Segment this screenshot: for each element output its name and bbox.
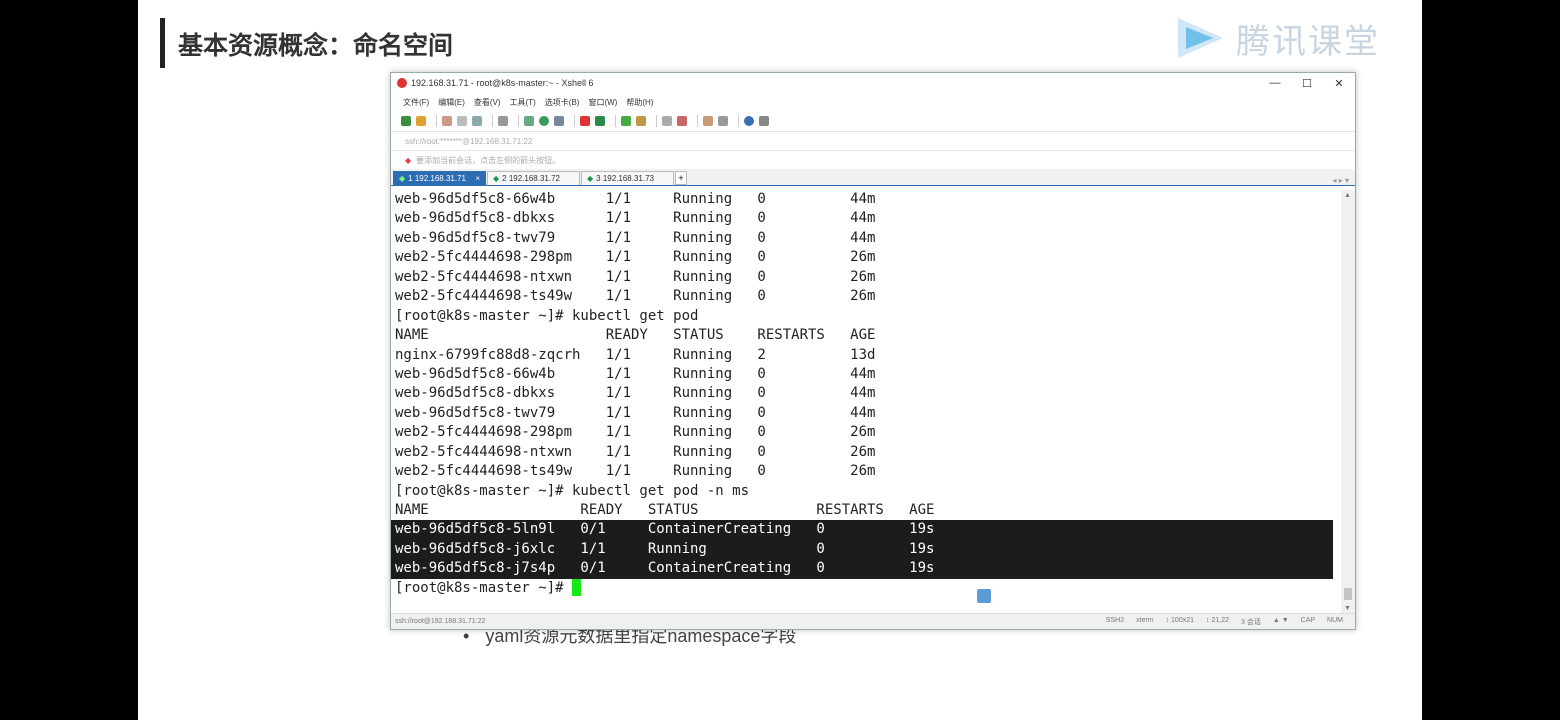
tab-nav-arrows-icon[interactable]: ◂ ▸ ▾ [1333, 176, 1350, 185]
menu-view[interactable]: 查看(V) [474, 97, 501, 108]
menu-help[interactable]: 帮助(H) [626, 97, 653, 108]
session-tab-3[interactable]: ◆ 3 192.168.31.73 [581, 171, 674, 185]
terminal-line: web2-5fc4444698-ts49w 1/1 Running 0 26m [395, 463, 876, 480]
lock-icon[interactable] [636, 116, 646, 126]
scrollbar-thumb[interactable] [1344, 588, 1352, 600]
terminal-line: NAME READY STATUS RESTARTS AGE [395, 502, 935, 518]
session-tab-label: 3 192.168.31.73 [596, 174, 654, 183]
terminal-line: web2-5fc4444698-ntxwn 1/1 Running 0 26m [395, 443, 876, 460]
address-value[interactable]: ssh://root:*******@192.168.31.71:22 [405, 137, 532, 146]
session-tab-label: 2 192.168.31.72 [502, 174, 560, 183]
minimize-button[interactable]: — [1259, 77, 1291, 90]
add-tab-button[interactable]: + [675, 171, 687, 185]
terminal-line: web-96d5df5c8-66w4b 1/1 Running 0 44m [395, 365, 876, 382]
terminal-cursor [572, 579, 582, 597]
menu-window[interactable]: 窗口(W) [588, 97, 617, 108]
xshell-window: 192.168.31.71 - root@k8s-master:~ - Xshe… [390, 72, 1356, 630]
hint-bar: ◆ 要添加当前会话，点击左侧的箭头按钮。 [391, 151, 1355, 169]
chat-icon[interactable] [759, 116, 769, 126]
connected-dot-icon: ◆ [493, 174, 500, 183]
status-connection: ssh://root@192.168.31.71:22 [395, 618, 486, 625]
keyboard-icon[interactable] [662, 116, 672, 126]
window-title: 192.168.31.71 - root@k8s-master:~ - Xshe… [411, 78, 594, 88]
session-tab-2[interactable]: ◆ 2 192.168.31.72 [487, 171, 580, 185]
status-caps: CAP [1300, 616, 1316, 624]
hint-text: 要添加当前会话，点击左侧的箭头按钮。 [416, 155, 561, 165]
title-accent-bar [160, 18, 165, 68]
status-cursor-pos: ↕ 21,22 [1206, 616, 1229, 624]
xshell-app-icon [397, 78, 407, 88]
terminal-output[interactable]: web-96d5df5c8-66w4b 1/1 Running 0 44m we… [391, 190, 1337, 614]
menu-tools[interactable]: 工具(T) [510, 97, 536, 108]
selected-terminal-line: web-96d5df5c8-j7s4p 0/1 ContainerCreatin… [391, 559, 1333, 579]
terminal-line: NAME READY STATUS RESTARTS AGE [395, 327, 876, 344]
menu-bar: 文件(F) 编辑(E) 查看(V) 工具(T) 选项卡(B) 窗口(W) 帮助(… [391, 93, 1355, 111]
slide-title: 基本资源概念：命名空间 [178, 31, 454, 60]
terminal-line: web-96d5df5c8-twv79 1/1 Running 0 44m [395, 404, 876, 421]
window-titlebar: 192.168.31.71 - root@k8s-master:~ - Xshe… [391, 73, 1355, 93]
selected-terminal-line: web-96d5df5c8-5ln9l 0/1 ContainerCreatin… [391, 520, 1333, 540]
shell-prompt: [root@k8s-master ~]# [395, 579, 573, 596]
session-tab-1[interactable]: ◆ 1 192.168.31.71 × [393, 171, 486, 185]
menu-edit[interactable]: 编辑(E) [438, 97, 465, 108]
terminal-line: web2-5fc4444698-298pm 1/1 Running 0 26m [395, 424, 876, 441]
toolbar [391, 111, 1355, 132]
disconnect-icon[interactable] [457, 116, 467, 126]
search-icon[interactable] [498, 116, 508, 126]
options-icon[interactable] [703, 116, 713, 126]
terminal-line: web-96d5df5c8-dbkxs 1/1 Running 0 44m [395, 385, 876, 402]
terminal-line: [root@k8s-master ~]# kubectl get pod -n … [395, 482, 750, 499]
fullscreen-icon[interactable] [621, 116, 631, 126]
status-num: NUM [1327, 616, 1343, 624]
tab-close-icon[interactable]: × [475, 174, 480, 183]
connected-dot-icon: ◆ [399, 174, 406, 183]
status-terminal-type: xterm [1136, 616, 1154, 624]
font-icon[interactable] [554, 116, 564, 126]
bookmark-arrow-icon[interactable]: ◆ [405, 156, 411, 165]
selected-output[interactable]: web-96d5df5c8-5ln9l 0/1 ContainerCreatin… [391, 520, 1333, 579]
compose-bar-icon[interactable] [977, 589, 991, 603]
xftp-icon[interactable] [580, 116, 590, 126]
status-protocol: SSH2 [1105, 616, 1125, 624]
prompt-line[interactable]: [root@k8s-master ~]# [391, 579, 1337, 598]
tencent-classroom-logo: 腾讯课堂 [1168, 12, 1380, 64]
terminal-line: web2-5fc4444698-298pm 1/1 Running 0 26m [395, 249, 876, 266]
transfer-icon[interactable] [595, 116, 605, 126]
terminal-line: [root@k8s-master ~]# kubectl get pod [395, 307, 699, 324]
script-icon[interactable] [677, 116, 687, 126]
scroll-up-icon[interactable]: ▲ [1344, 192, 1351, 199]
maximize-button[interactable]: ☐ [1291, 77, 1323, 90]
new-session-icon[interactable] [401, 116, 411, 126]
globe-icon[interactable] [539, 116, 549, 126]
session-tab-label: 1 192.168.31.71 [408, 174, 466, 183]
status-sessions: 3 会话 [1240, 618, 1261, 626]
terminal-line: web2-5fc4444698-ts49w 1/1 Running 0 26m [395, 288, 876, 305]
close-button[interactable]: ✕ [1323, 77, 1355, 90]
logo-text: 腾讯课堂 [1236, 21, 1380, 62]
terminal-line: web-96d5df5c8-66w4b 1/1 Running 0 44m [395, 191, 876, 207]
open-folder-icon[interactable] [416, 116, 426, 126]
menu-tabs[interactable]: 选项卡(B) [545, 97, 580, 108]
terminal-line: web2-5fc4444698-ntxwn 1/1 Running 0 26m [395, 268, 876, 285]
play-icon [1178, 18, 1223, 58]
status-arrows[interactable]: ▲ ▼ [1273, 617, 1289, 627]
address-bar[interactable]: ssh://root:*******@192.168.31.71:22 [391, 132, 1355, 151]
copy-icon[interactable] [524, 116, 534, 126]
terminal-line: nginx-6799fc88d8-zqcrh 1/1 Running 2 13d [395, 346, 876, 363]
session-tab-bar: ◆ 1 192.168.31.71 × ◆ 2 192.168.31.72 ◆ … [391, 169, 1355, 186]
terminal-line: web-96d5df5c8-twv79 1/1 Running 0 44m [395, 229, 876, 246]
terminal-line: web-96d5df5c8-dbkxs 1/1 Running 0 44m [395, 210, 876, 227]
connected-dot-icon: ◆ [587, 174, 594, 183]
status-size: ↕ 100x21 [1165, 616, 1195, 624]
selected-terminal-line: web-96d5df5c8-j6xlc 1/1 Running 0 19s [391, 539, 1333, 560]
menu-file[interactable]: 文件(F) [403, 97, 429, 108]
vertical-scrollbar[interactable]: ▲ ▼ [1341, 190, 1355, 614]
connect-icon[interactable] [442, 116, 452, 126]
scroll-down-icon[interactable]: ▼ [1344, 605, 1351, 612]
reconnect-icon[interactable] [472, 116, 482, 126]
help-icon[interactable] [744, 116, 754, 126]
layout-icon[interactable] [718, 116, 728, 126]
status-bar: ssh://root@192.168.31.71:22 SSH2 xterm ↕… [391, 613, 1355, 629]
